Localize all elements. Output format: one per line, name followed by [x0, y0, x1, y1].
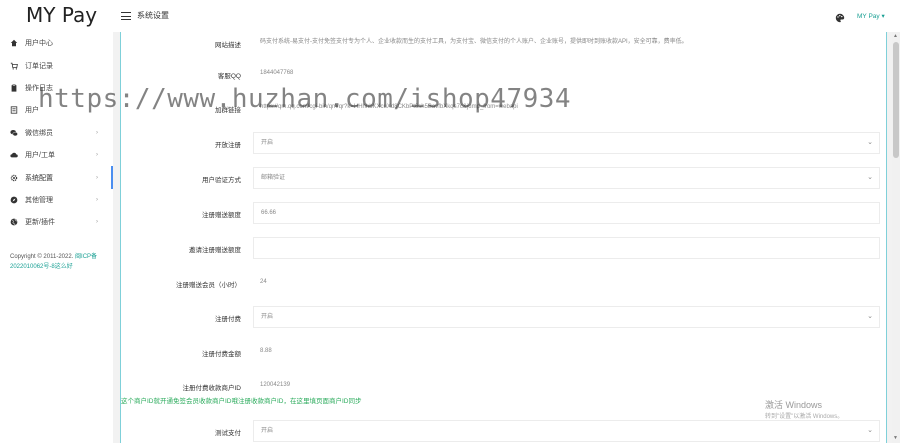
select-value: 开启 [261, 428, 274, 434]
sidebar-item-label: 用户/工单 [25, 152, 55, 160]
sidebar-item-system-config[interactable]: 系统配置 › [0, 166, 113, 190]
document-icon [10, 106, 18, 114]
sidebar-item-label: 微信绑员 [25, 129, 53, 137]
chevron-right-icon: › [96, 129, 98, 136]
form-row-group-link: 加群链接 https://qm.qq.com/cgi-bin/qm/qr?k=H… [121, 97, 886, 119]
windows-activation-subtitle: 转到"设置"以激活 Windows。 [765, 414, 844, 420]
open-registration-select[interactable]: 开启 ⌄ [253, 132, 880, 154]
sidebar-item-label: 更新/插件 [25, 219, 55, 227]
field-label: 测试支付 [215, 430, 241, 437]
sidebar-item-label: 其他管理 [25, 196, 53, 204]
form-row-register-pay-amount: 注册付费金额 8.88 [121, 341, 886, 363]
form-row-service-qq: 客服QQ 1844047768 [121, 63, 886, 85]
wechat-icon [10, 129, 18, 137]
form-row-invite-bonus: 邀请注册赠送额度 [121, 237, 886, 259]
field-label: 注册付费 [215, 316, 241, 323]
sidebar-item-user-center[interactable]: 用户中心 [0, 32, 113, 54]
sidebar-item-label: 用户 [25, 107, 39, 115]
sidebar-item-wechat[interactable]: 微信绑员 › [0, 122, 113, 144]
chevron-down-icon: ⌄ [867, 174, 873, 181]
copyright: Copyright © 2011-2022. 闽ICP备2022010062号-… [10, 252, 110, 272]
user-name-label: MY Pay [857, 13, 880, 20]
chevron-down-icon: ▾ [879, 13, 885, 20]
field-label: 注册付费金额 [202, 351, 241, 358]
clipboard-icon [10, 84, 18, 92]
brand-logo[interactable]: MY Pay [0, 0, 113, 32]
invite-bonus-input[interactable] [253, 237, 880, 259]
field-label: 注册赠送会员（小时） [176, 282, 241, 289]
page-title: 系统设置 [137, 11, 169, 20]
select-value: 开启 [261, 140, 274, 146]
field-label: 用户验证方式 [202, 177, 241, 184]
chevron-right-icon: › [96, 219, 98, 226]
field-label: 开放注册 [215, 142, 241, 149]
chevron-right-icon: › [96, 174, 98, 181]
sidebar-item-other[interactable]: 其他管理 › [0, 189, 113, 211]
merchant-tip: 这个商户ID就开通免签会员收款商户ID哦注册收款商户ID，在这里填页面商户ID同… [121, 398, 362, 405]
sidebar-item-tickets[interactable]: 用户/工单 › [0, 144, 113, 166]
windows-activation-title: 激活 Windows [765, 400, 823, 410]
select-value: 邮箱验证 [261, 175, 286, 181]
field-label: 客服QQ [217, 73, 241, 80]
field-label: 网站描述 [215, 42, 241, 49]
menu-toggle-icon[interactable] [121, 12, 131, 20]
compass-icon [10, 196, 18, 204]
sidebar-item-orders[interactable]: 订单记录 [0, 54, 113, 76]
sidebar-item-label: 操作日志 [25, 84, 53, 92]
form-row-open-registration: 开放注册 开启 ⌄ [121, 132, 886, 154]
chevron-down-icon: ⌄ [867, 427, 873, 434]
sidebar-item-label: 系统配置 [25, 174, 53, 182]
chevron-down-icon: ⌄ [867, 313, 873, 320]
field-label: 注册赠送额度 [202, 212, 241, 219]
sidebar-item-label: 订单记录 [25, 62, 53, 70]
sidebar: MY Pay 用户中心 订单记录 操作日志 用户 微信绑员 › 用户/工单 › … [0, 0, 113, 443]
field-label: 邀请注册赠送额度 [189, 247, 241, 254]
verify-method-select[interactable]: 邮箱验证 ⌄ [253, 167, 880, 189]
service-qq-field[interactable]: 1844047768 [253, 63, 880, 85]
user-menu[interactable]: MY Pay ▾ [857, 12, 885, 20]
cart-icon [10, 62, 18, 70]
register-pay-amount-field[interactable]: 8.88 [253, 341, 880, 363]
sidebar-item-users[interactable]: 用户 [0, 99, 113, 121]
form-row-site-description: 网站描述 码支付系统-易支付-支付免签支付专为个人、企业收款而生的支付工具，为支… [121, 32, 886, 54]
form-row-test-pay: 测试支付 开启 ⌄ [121, 420, 886, 442]
sidebar-item-logs[interactable]: 操作日志 [0, 77, 113, 99]
sidebar-nav: 用户中心 订单记录 操作日志 用户 微信绑员 › 用户/工单 › 系统配置 › … [0, 32, 113, 234]
register-pay-select[interactable]: 开启 ⌄ [253, 306, 880, 328]
chevron-right-icon: › [96, 152, 98, 159]
top-header: 系统设置 MY Pay ▾ [113, 0, 900, 32]
form-row-register-pay-merchant: 注册付费收款商户ID 120042139 [121, 375, 886, 397]
scrollbar-thumb[interactable] [893, 42, 899, 158]
form-row-verify-method: 用户验证方式 邮箱验证 ⌄ [121, 167, 886, 189]
register-pay-merchant-field[interactable]: 120042139 [253, 375, 880, 397]
palette-icon[interactable] [835, 10, 845, 23]
settings-form: 网站描述 码支付系统-易支付-支付免签支付专为个人、企业收款而生的支付工具，为支… [120, 32, 887, 443]
gear-icon [10, 174, 18, 182]
form-row-register-pay: 注册付费 开启 ⌄ [121, 306, 886, 328]
globe-icon [10, 218, 18, 226]
form-row-register-bonus: 注册赠送额度 66.66 [121, 202, 886, 224]
register-bonus-input[interactable]: 66.66 [253, 202, 880, 224]
sidebar-item-plugins[interactable]: 更新/插件 › [0, 211, 113, 233]
copyright-text: Copyright © 2011-2022. [10, 254, 74, 260]
scroll-up-icon[interactable]: ▲ [893, 33, 898, 39]
sidebar-item-label: 用户中心 [25, 40, 53, 48]
test-pay-select[interactable]: 开启 ⌄ [253, 420, 880, 442]
chevron-down-icon: ⌄ [867, 139, 873, 146]
scroll-down-icon[interactable]: ▼ [893, 435, 898, 441]
field-label: 注册付费收款商户ID [182, 385, 242, 392]
home-icon [10, 39, 18, 47]
form-row-register-vip-hours: 注册赠送会员（小时） 24 [121, 272, 886, 294]
group-link-field[interactable]: https://qm.qq.com/cgi-bin/qm/qr?k=HHhhbK… [253, 97, 880, 119]
site-description-field[interactable]: 码支付系统-易支付-支付免签支付专为个人、企业收款而生的支付工具，为支付宝、微信… [253, 32, 880, 54]
register-vip-hours-field[interactable]: 24 [253, 272, 880, 294]
select-value: 开启 [261, 314, 274, 320]
chevron-right-icon: › [96, 196, 98, 203]
cloud-icon [10, 151, 18, 159]
field-label: 加群链接 [215, 107, 241, 114]
